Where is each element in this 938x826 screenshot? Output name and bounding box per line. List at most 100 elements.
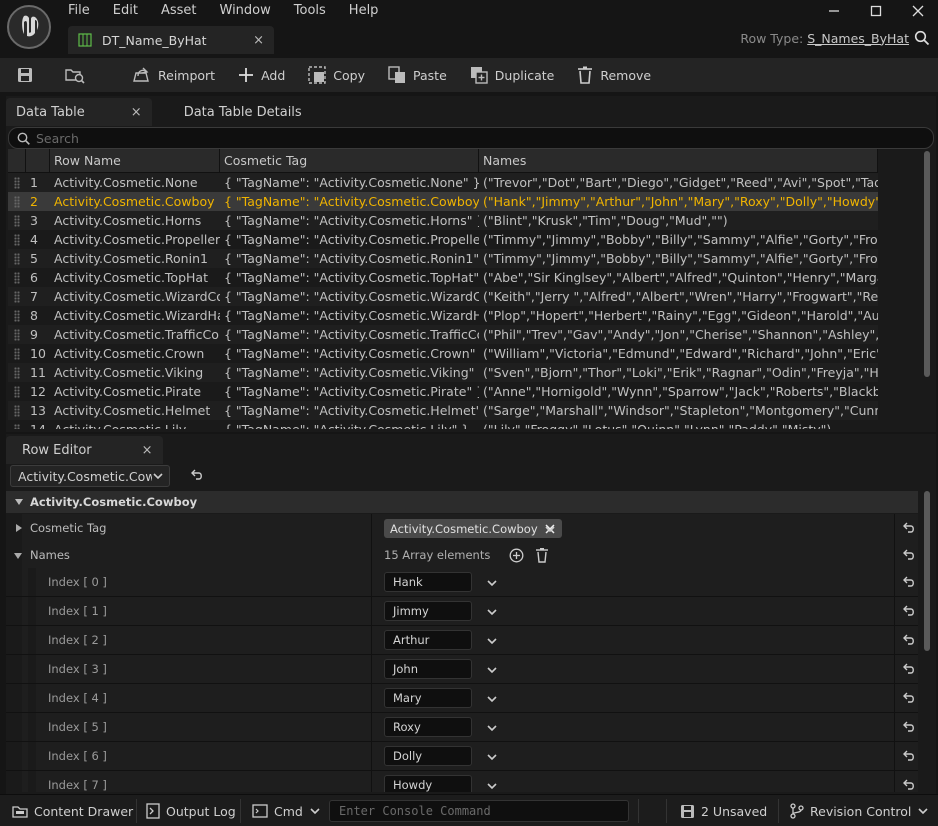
- row-name-cell[interactable]: Activity.Cosmetic.Crown: [50, 344, 220, 363]
- console-command-input[interactable]: [329, 800, 629, 822]
- tab-data-table-close-button[interactable]: ×: [131, 105, 142, 120]
- row-drag-handle[interactable]: [8, 249, 26, 268]
- header-row-name[interactable]: Row Name: [50, 149, 220, 173]
- names-cell[interactable]: ("Timmy","Jimmy","Bobby","Billy","Sammy"…: [479, 230, 878, 249]
- unsaved-button[interactable]: 2 Unsaved: [680, 795, 767, 826]
- cosmetic-tag-cell[interactable]: { "TagName": "Activity.Cosmetic.TopHat" …: [220, 268, 479, 287]
- cosmetic-tag-cell[interactable]: { "TagName": "Activity.Cosmetic.None" }: [220, 173, 479, 192]
- row-name-cell[interactable]: Activity.Cosmetic.Pirate: [50, 382, 220, 401]
- chevron-down-icon[interactable]: [486, 693, 498, 705]
- menu-file[interactable]: File: [68, 2, 90, 20]
- copy-button[interactable]: Copy: [301, 60, 371, 90]
- row-type-link[interactable]: S_Names_ByHat: [807, 31, 909, 46]
- array-element-input[interactable]: Roxy: [384, 717, 472, 737]
- table-row[interactable]: 1 Activity.Cosmetic.None{ "TagName": "Act…: [8, 173, 878, 192]
- remove-button[interactable]: Remove: [570, 60, 657, 90]
- column-splitter[interactable]: [371, 684, 372, 712]
- array-element-input[interactable]: Dolly: [384, 746, 472, 766]
- array-element-input[interactable]: John: [384, 659, 472, 679]
- row-editor-scrollbar-thumb[interactable]: [924, 491, 930, 651]
- row-name-cell[interactable]: Activity.Cosmetic.Viking: [50, 363, 220, 382]
- reset-to-default-icon[interactable]: [902, 779, 916, 791]
- table-row[interactable]: 5 Activity.Cosmetic.Ronin1{ "TagName": "A…: [8, 249, 878, 268]
- names-cell[interactable]: ("Keith","Jerry ","Alfred","Albert","Wre…: [479, 287, 878, 306]
- cosmetic-tag-cell[interactable]: { "TagName": "Activity.Cosmetic.Propelle…: [220, 230, 479, 249]
- row-drag-handle[interactable]: [8, 287, 26, 306]
- reset-to-default-icon[interactable]: [902, 634, 916, 646]
- names-cell[interactable]: ("Abe","Sir Kinglsey","Albert","Alfred",…: [479, 268, 878, 287]
- table-row[interactable]: 9 Activity.Cosmetic.TrafficCon{ "TagName"…: [8, 325, 878, 344]
- row-name-cell[interactable]: Activity.Cosmetic.WizardHat: [50, 306, 220, 325]
- column-splitter[interactable]: [371, 713, 372, 741]
- reset-to-default-icon[interactable]: [902, 692, 916, 704]
- row-drag-handle[interactable]: [8, 173, 26, 192]
- table-row[interactable]: 11 Activity.Cosmetic.Viking{ "TagName": "…: [8, 363, 878, 382]
- names-cell[interactable]: ("Lily","Froggy","Lotus","Quinn","Lynn",…: [479, 420, 878, 429]
- close-window-button[interactable]: [908, 2, 928, 20]
- row-name-cell[interactable]: Activity.Cosmetic.Cowboy: [50, 192, 220, 211]
- menu-tools[interactable]: Tools: [294, 2, 326, 20]
- chevron-down-icon[interactable]: [486, 606, 498, 618]
- row-name-cell[interactable]: Activity.Cosmetic.Ronin1: [50, 249, 220, 268]
- reimport-button[interactable]: Reimport: [124, 60, 221, 90]
- row-drag-handle[interactable]: [8, 230, 26, 249]
- table-row[interactable]: 2 Activity.Cosmetic.Cowboy{ "TagName": "A…: [8, 192, 878, 211]
- row-drag-handle[interactable]: [8, 420, 26, 429]
- row-drag-handle[interactable]: [8, 401, 26, 420]
- names-cell[interactable]: ("Blint","Krusk","Tim","Doug","Mud",""): [479, 211, 878, 230]
- header-cosmetic-tag[interactable]: Cosmetic Tag: [220, 149, 479, 173]
- duplicate-button[interactable]: Duplicate: [463, 60, 561, 90]
- search-input[interactable]: [36, 130, 916, 146]
- cosmetic-tag-cell[interactable]: { "TagName": "Activity.Cosmetic.WizardHa…: [220, 306, 479, 325]
- reset-to-default-icon[interactable]: [902, 576, 916, 588]
- chevron-down-icon[interactable]: [486, 635, 498, 647]
- cosmetic-tag-cell[interactable]: { "TagName": "Activity.Cosmetic.WizardCo…: [220, 287, 479, 306]
- column-splitter[interactable]: [371, 655, 372, 683]
- array-element-input[interactable]: Jimmy: [384, 601, 472, 621]
- chevron-down-icon[interactable]: [486, 722, 498, 734]
- unreal-logo-icon[interactable]: [7, 5, 51, 49]
- row-name-cell[interactable]: Activity.Cosmetic.Helmet: [50, 401, 220, 420]
- row-name-cell[interactable]: Activity.Cosmetic.Propeller: [50, 230, 220, 249]
- table-row[interactable]: 3 Activity.Cosmetic.Horns{ "TagName": "Ac…: [8, 211, 878, 230]
- save-button[interactable]: [10, 60, 46, 90]
- header-names[interactable]: Names: [479, 149, 878, 173]
- row-drag-handle[interactable]: [8, 382, 26, 401]
- column-splitter[interactable]: [371, 568, 372, 596]
- browse-button[interactable]: [58, 60, 98, 90]
- reset-to-default-icon[interactable]: [902, 605, 916, 617]
- row-drag-handle[interactable]: [8, 325, 26, 344]
- row-drag-handle[interactable]: [8, 211, 26, 230]
- array-element-input[interactable]: Hank: [384, 572, 472, 592]
- cosmetic-tag-cell[interactable]: { "TagName": "Activity.Cosmetic.Cowboy" …: [220, 192, 479, 211]
- cmd-dropdown[interactable]: Cmd: [252, 795, 327, 826]
- row-name-cell[interactable]: Activity.Cosmetic.WizardCor: [50, 287, 220, 306]
- names-cell[interactable]: ("Sven","Bjorn","Thor","Loki","Erik","Ra…: [479, 363, 878, 382]
- add-row-button[interactable]: Add: [231, 60, 291, 90]
- menu-edit[interactable]: Edit: [113, 2, 138, 20]
- table-row[interactable]: 13 Activity.Cosmetic.Helmet{ "TagName": "…: [8, 401, 878, 420]
- cosmetic-tag-cell[interactable]: { "TagName": "Activity.Cosmetic.Helmet" …: [220, 401, 479, 420]
- cosmetic-tag-cell[interactable]: { "TagName": "Activity.Cosmetic.Crown" }: [220, 344, 479, 363]
- row-name-cell[interactable]: Activity.Cosmetic.None: [50, 173, 220, 192]
- table-row[interactable]: 6 Activity.Cosmetic.TopHat{ "TagName": "A…: [8, 268, 878, 287]
- row-drag-handle[interactable]: [8, 344, 26, 363]
- row-drag-handle[interactable]: [8, 306, 26, 325]
- table-row[interactable]: 7 Activity.Cosmetic.WizardCor{ "TagName":…: [8, 287, 878, 306]
- table-row[interactable]: 4 Activity.Cosmetic.Propeller{ "TagName":…: [8, 230, 878, 249]
- tab-data-table-details[interactable]: Data Table Details: [174, 98, 312, 126]
- menu-help[interactable]: Help: [349, 2, 379, 20]
- row-drag-handle[interactable]: [8, 363, 26, 382]
- maximize-button[interactable]: [866, 2, 886, 20]
- row-drag-handle[interactable]: [8, 192, 26, 211]
- reset-to-default-icon[interactable]: [902, 750, 916, 762]
- column-splitter[interactable]: [371, 597, 372, 625]
- cosmetic-tag-cell[interactable]: { "TagName": "Activity.Cosmetic.TrafficC…: [220, 325, 479, 344]
- row-drag-handle[interactable]: [8, 268, 26, 287]
- column-splitter[interactable]: [371, 771, 372, 792]
- names-cell[interactable]: ("Trevor","Dot","Bart","Diego","Gidget",…: [479, 173, 878, 192]
- names-cell[interactable]: ("William","Victoria","Edmund","Edward",…: [479, 344, 878, 363]
- column-splitter[interactable]: [371, 742, 372, 770]
- document-tab-close-button[interactable]: ×: [253, 33, 264, 48]
- menu-window[interactable]: Window: [220, 2, 271, 20]
